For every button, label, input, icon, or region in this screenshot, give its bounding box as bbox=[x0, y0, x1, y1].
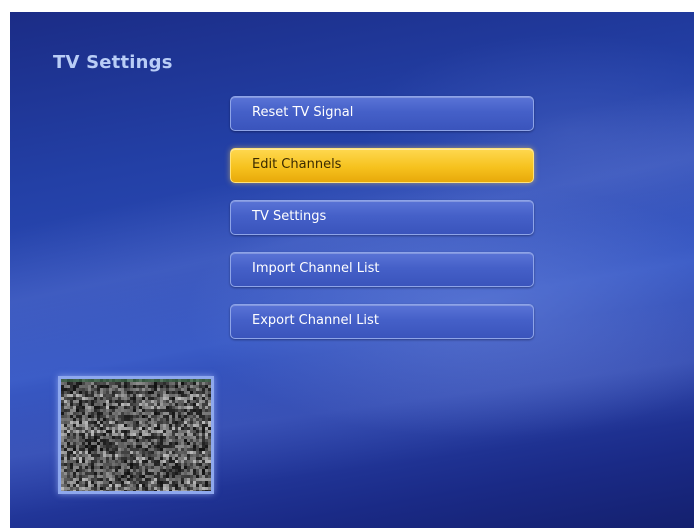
import-channel-list-button[interactable]: Import Channel List bbox=[230, 252, 534, 287]
media-center-screen: TV Settings Reset TV Signal Edit Channel… bbox=[10, 12, 694, 528]
tv-settings-button[interactable]: TV Settings bbox=[230, 200, 534, 235]
reset-tv-signal-button[interactable]: Reset TV Signal bbox=[230, 96, 534, 131]
menu-item-label: TV Settings bbox=[252, 209, 327, 224]
menu-item-label: Import Channel List bbox=[252, 261, 380, 276]
edit-channels-button[interactable]: Edit Channels bbox=[230, 148, 534, 183]
settings-menu: Reset TV Signal Edit Channels TV Setting… bbox=[230, 96, 534, 356]
tv-static-image bbox=[61, 379, 211, 491]
menu-item-label: Reset TV Signal bbox=[252, 105, 354, 120]
page-title: TV Settings bbox=[53, 52, 173, 73]
export-channel-list-button[interactable]: Export Channel List bbox=[230, 304, 534, 339]
tv-preview-window[interactable] bbox=[58, 376, 214, 494]
menu-item-label: Export Channel List bbox=[252, 313, 379, 328]
menu-item-label: Edit Channels bbox=[252, 157, 342, 172]
